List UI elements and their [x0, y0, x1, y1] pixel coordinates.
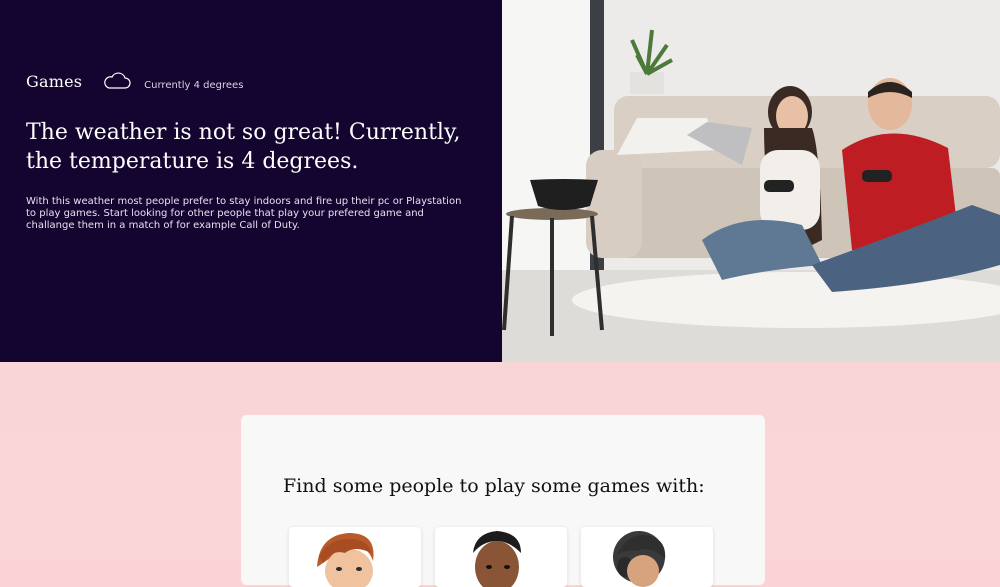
- player-list: [289, 527, 713, 587]
- cloud-icon: [102, 70, 132, 92]
- hero-photo: [502, 0, 1000, 362]
- brand-logo[interactable]: Games: [26, 72, 82, 91]
- dark-hair-avatar: [473, 531, 521, 587]
- players-section-title: Find some people to play some games with…: [283, 475, 705, 497]
- player-card-1[interactable]: [289, 527, 421, 587]
- redhead-avatar: [317, 533, 374, 587]
- brand-row: Games Currently 4 degrees: [26, 70, 243, 92]
- player-card-3[interactable]: [581, 527, 713, 587]
- hero-text-panel: Games Currently 4 degrees The weather is…: [0, 0, 502, 362]
- temperature-note: Currently 4 degrees: [144, 79, 244, 91]
- player-card-2[interactable]: [435, 527, 567, 587]
- hero-description: With this weather most people prefer to …: [26, 196, 462, 231]
- hero-section: Games Currently 4 degrees The weather is…: [0, 0, 1000, 362]
- helmet-hair-avatar: [613, 531, 666, 587]
- hero-headline: The weather is not so great! Currently, …: [26, 120, 461, 174]
